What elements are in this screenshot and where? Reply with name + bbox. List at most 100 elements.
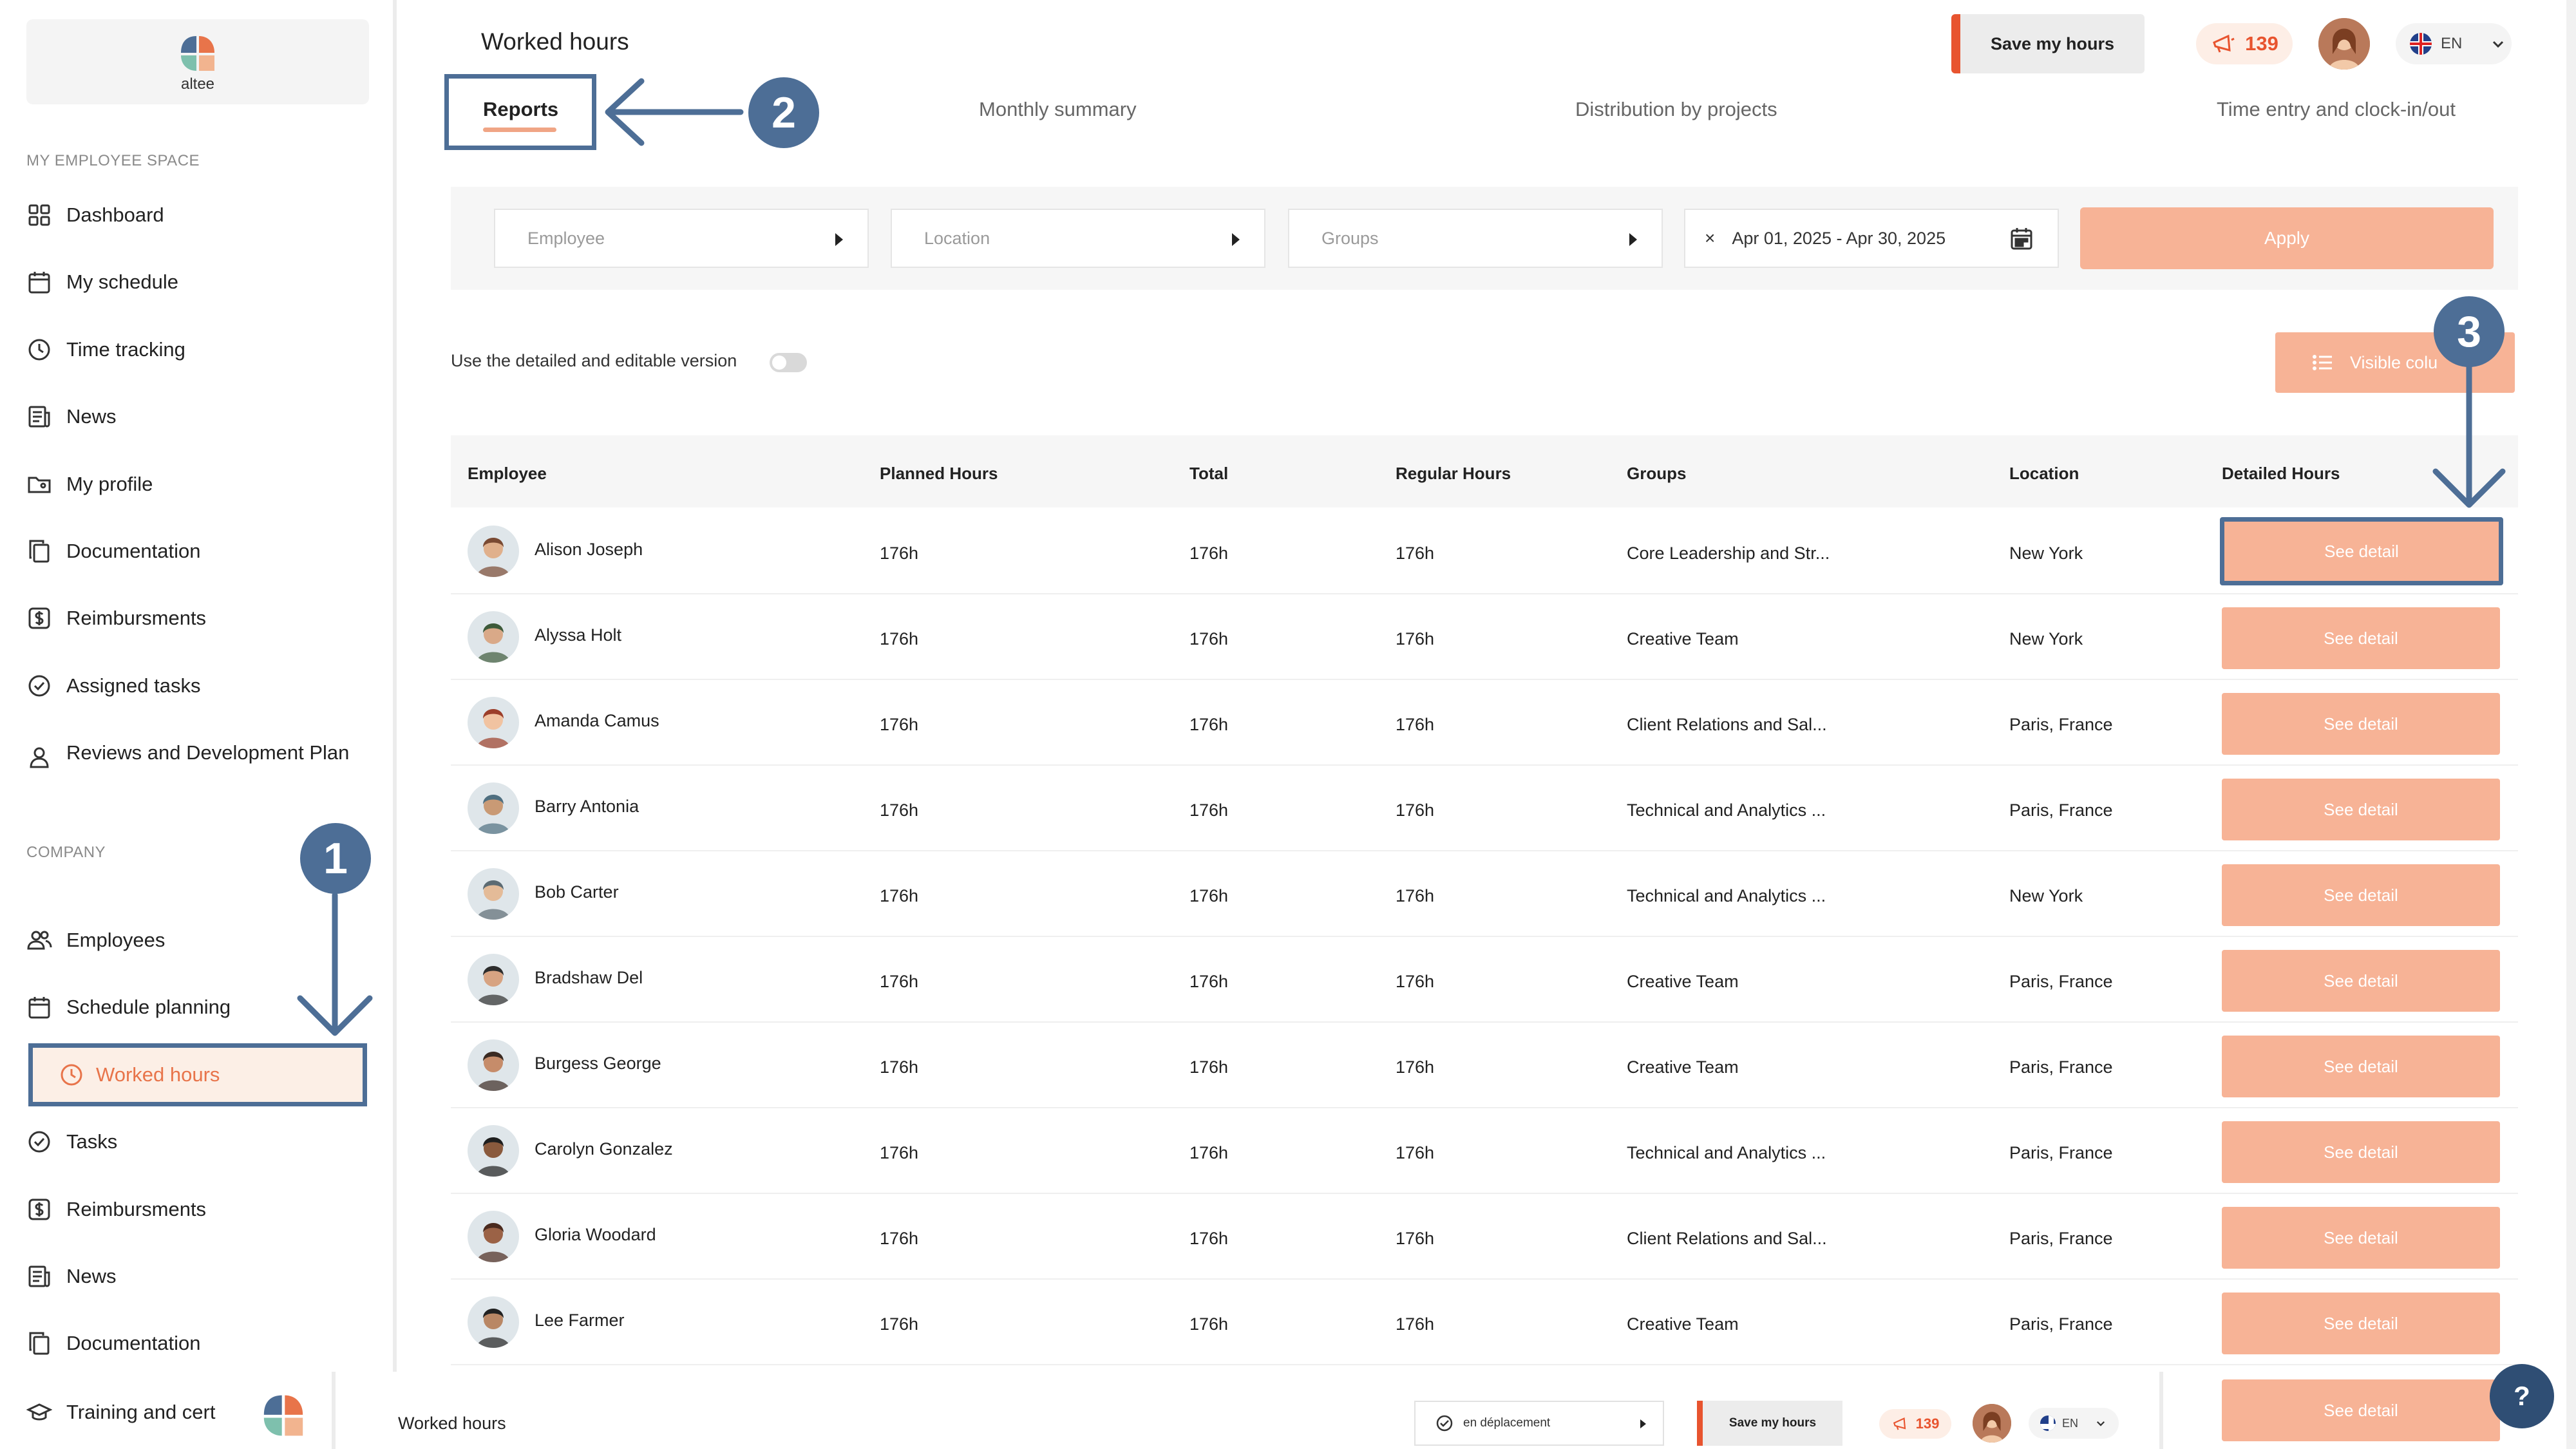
employee-filter[interactable]: Employee — [494, 209, 869, 268]
column-header-groups[interactable]: Groups — [1627, 464, 1686, 484]
apply-button[interactable]: Apply — [2080, 207, 2494, 269]
see-detail-button[interactable]: See detail — [2220, 517, 2503, 585]
user-avatar[interactable] — [2318, 18, 2370, 70]
sidebar-item-reimbursments[interactable]: Reimbursments — [26, 592, 368, 644]
sidebar-item-worked-hours[interactable]: Worked hours — [28, 1043, 367, 1106]
see-detail-button[interactable]: See detail — [2222, 1293, 2500, 1354]
detailed-version-toggle[interactable] — [770, 353, 807, 372]
sidebar-item-label: Training and cert — [66, 1401, 216, 1423]
nested-language-selector[interactable]: EN — [2029, 1408, 2119, 1439]
column-header-employee[interactable]: Employee — [468, 464, 547, 484]
employee-avatar — [468, 782, 519, 834]
sidebar-scrollbar[interactable] — [393, 0, 397, 1372]
see-detail-button[interactable]: See detail — [2222, 607, 2500, 669]
sidebar-item-news[interactable]: News — [26, 391, 368, 442]
groups-filter[interactable]: Groups — [1288, 209, 1663, 268]
logo-text: altee — [180, 75, 215, 93]
sidebar-item-label: Worked hours — [96, 1063, 220, 1086]
see-detail-button[interactable]: See detail — [2222, 779, 2500, 840]
see-detail-button[interactable]: See detail — [2222, 864, 2500, 926]
column-header-location[interactable]: Location — [2009, 464, 2079, 484]
location-cell: New York — [2009, 544, 2083, 563]
see-detail-button[interactable]: See detail — [2222, 1121, 2500, 1183]
uk-flag-icon — [2040, 1416, 2056, 1431]
sidebar-item-reviews[interactable]: Reviews and Development Plan — [26, 734, 361, 799]
column-header-total[interactable]: Total — [1189, 464, 1228, 484]
location-filter[interactable]: Location — [891, 209, 1265, 268]
sidebar-item-employees[interactable]: Employees — [26, 914, 368, 966]
megaphone-icon — [2213, 34, 2235, 53]
visible-columns-label: Visible colu — [2350, 352, 2438, 372]
column-header-regular-hours[interactable]: Regular Hours — [1396, 464, 1511, 484]
table-row: Alyssa Holt 176h 176h 176h Creative Team New … — [451, 594, 2518, 680]
nested-status-select[interactable]: en déplacement — [1414, 1401, 1664, 1446]
nested-window-divider — [2159, 1372, 2163, 1449]
sidebar-item-news-company[interactable]: News — [26, 1251, 368, 1302]
employee-avatar — [468, 1296, 519, 1348]
documents-icon — [26, 1331, 52, 1356]
employee-name: Bob Carter — [535, 882, 619, 902]
sidebar-item-my-schedule[interactable]: My schedule — [26, 256, 368, 308]
tab-monthly-summary[interactable]: Monthly summary — [979, 98, 1137, 121]
page-scrollbar[interactable] — [2566, 0, 2576, 1449]
sidebar-item-my-profile[interactable]: My profile — [26, 459, 368, 510]
calendar-icon — [26, 269, 52, 295]
sidebar-item-label: Reviews and Development Plan — [66, 741, 350, 764]
location-cell: Paris, France — [2009, 1057, 2113, 1077]
nested-status-value: en déplacement — [1463, 1416, 1551, 1430]
regular-hours-cell: 176h — [1396, 886, 1435, 905]
see-detail-button[interactable]: See detail — [2222, 950, 2500, 1012]
see-detail-button[interactable]: See detail — [2222, 1207, 2500, 1269]
clock-icon — [59, 1062, 84, 1088]
avatar-portrait-icon — [468, 1211, 519, 1262]
help-button[interactable]: ? — [2490, 1364, 2554, 1428]
sidebar-item-tasks[interactable]: Tasks — [26, 1116, 368, 1168]
avatar-portrait-icon — [468, 782, 519, 834]
sidebar-item-label: Assigned tasks — [66, 674, 201, 697]
sidebar-item-documentation-company[interactable]: Documentation — [26, 1318, 368, 1369]
see-detail-button[interactable]: See detail — [2222, 1036, 2500, 1097]
nested-notifications-button[interactable]: 139 — [1879, 1409, 1951, 1439]
tab-time-entry[interactable]: Time entry and clock-in/out — [2217, 98, 2456, 121]
notifications-button[interactable]: 139 — [2196, 23, 2293, 64]
dollar-icon — [26, 605, 52, 631]
see-detail-button[interactable]: See detail — [2222, 1379, 2500, 1441]
table-row: Bob Carter 176h 176h 176h Technical and Anal… — [451, 851, 2518, 937]
logo[interactable]: altee — [26, 19, 369, 104]
location-cell: Paris, France — [2009, 800, 2113, 820]
location-cell: New York — [2009, 629, 2083, 649]
language-selector[interactable]: EN — [2396, 23, 2512, 64]
groups-filter-placeholder: Groups — [1321, 228, 1379, 248]
nested-user-avatar[interactable] — [1973, 1404, 2011, 1443]
section-label-company: COMPANY — [26, 844, 106, 861]
employee-name: Barry Antonia — [535, 797, 639, 816]
calendar-icon[interactable] — [2009, 225, 2034, 251]
see-detail-button[interactable]: See detail — [2222, 693, 2500, 755]
sidebar-item-assigned-tasks[interactable]: Assigned tasks — [26, 660, 368, 712]
sidebar-item-label: Reimbursments — [66, 607, 207, 629]
sidebar-item-time-tracking[interactable]: Time tracking — [26, 324, 368, 375]
employee-name: Carolyn Gonzalez — [535, 1139, 673, 1159]
clear-date-icon[interactable]: × — [1705, 228, 1715, 249]
date-range-filter[interactable]: × Apr 01, 2025 - Apr 30, 2025 — [1684, 209, 2059, 268]
sidebar-item-label: Employees — [66, 929, 166, 951]
sidebar-item-training[interactable]: Training and cert — [26, 1387, 258, 1438]
sidebar-item-dashboard[interactable]: Dashboard — [26, 189, 368, 241]
tab-distribution-by-projects[interactable]: Distribution by projects — [1575, 98, 1777, 121]
sidebar-item-reimbursments-company[interactable]: Reimbursments — [26, 1184, 368, 1235]
column-header-planned-hours[interactable]: Planned Hours — [880, 464, 998, 484]
avatar-portrait-icon — [468, 868, 519, 920]
total-hours-cell: 176h — [1189, 886, 1229, 905]
nested-save-hours-button[interactable]: Save my hours — [1697, 1401, 1842, 1446]
table-row: Amanda Camus 176h 176h 176h Client Relations… — [451, 680, 2518, 766]
employee-name: Burgess George — [535, 1054, 661, 1073]
location-cell: Paris, France — [2009, 1314, 2113, 1334]
sidebar-item-documentation[interactable]: Documentation — [26, 526, 368, 577]
sidebar-item-label: My schedule — [66, 270, 179, 293]
planned-hours-cell: 176h — [880, 1057, 919, 1077]
employee-avatar — [468, 868, 519, 920]
regular-hours-cell: 176h — [1396, 800, 1435, 820]
planned-hours-cell: 176h — [880, 544, 919, 563]
table-header: Employee Planned Hours Total Regular Hou… — [451, 435, 2518, 507]
sidebar-item-schedule-planning[interactable]: Schedule planning — [26, 981, 368, 1033]
